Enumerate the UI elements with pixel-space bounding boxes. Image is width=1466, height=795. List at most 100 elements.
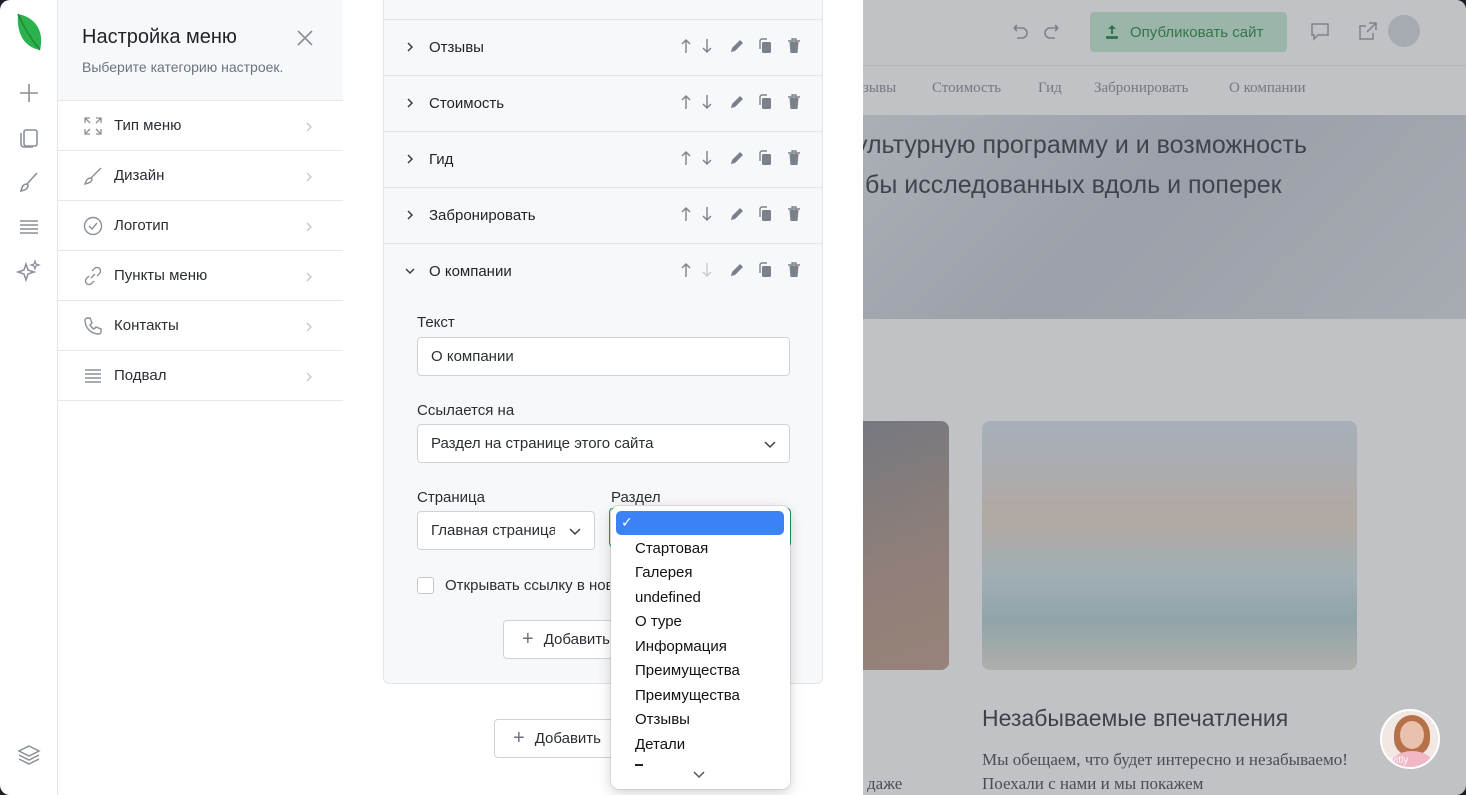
- pencil-icon[interactable]: [728, 205, 744, 223]
- chevron-right-icon: [303, 370, 315, 382]
- settings-item-menu-items[interactable]: Пункты меню: [58, 251, 343, 301]
- chevron-down-icon: [763, 438, 777, 450]
- copy-icon[interactable]: [757, 205, 773, 223]
- text-input[interactable]: О компании: [417, 337, 790, 376]
- pages-icon[interactable]: [16, 124, 42, 150]
- text-field-label: Текст: [417, 314, 455, 331]
- settings-item-menu-type[interactable]: Тип меню: [58, 101, 343, 151]
- copy-icon[interactable]: [757, 261, 773, 279]
- pencil-icon[interactable]: [728, 93, 744, 111]
- settings-item-contacts[interactable]: Контакты: [58, 301, 343, 351]
- chevron-right-icon: [303, 220, 315, 232]
- settings-item-logo[interactable]: Логотип: [58, 201, 343, 251]
- menu-item-actions: [678, 37, 802, 55]
- copy-icon[interactable]: [757, 37, 773, 55]
- trash-icon[interactable]: [786, 261, 802, 279]
- section-dropdown-list: ✓ Стартовая Галерея undefined О туре Инф…: [611, 506, 790, 789]
- add-subitem-label: Добавить: [543, 631, 610, 648]
- dropdown-option[interactable]: Галерея: [635, 564, 693, 581]
- pencil-icon[interactable]: [728, 261, 744, 279]
- page-select[interactable]: Главная страница: [417, 511, 595, 550]
- new-tab-checkbox[interactable]: [417, 577, 434, 594]
- trash-icon[interactable]: [786, 93, 802, 111]
- sections-icon[interactable]: [16, 214, 42, 240]
- add-subitem-button[interactable]: + Добавить: [503, 620, 613, 659]
- arrow-up-icon[interactable]: [678, 261, 694, 279]
- chevron-down-icon[interactable]: [404, 264, 416, 278]
- pencil-icon[interactable]: [728, 149, 744, 167]
- settings-item-footer[interactable]: Подвал: [58, 351, 343, 401]
- close-icon[interactable]: [295, 28, 315, 48]
- settings-item-label: Подвал: [114, 367, 167, 384]
- dropdown-option[interactable]: undefined: [635, 589, 701, 606]
- settings-item-label: Дизайн: [114, 167, 165, 184]
- arrow-up-icon[interactable]: [678, 37, 694, 55]
- chevron-right-icon: [303, 320, 315, 332]
- pencil-icon[interactable]: [728, 37, 744, 55]
- dropdown-option[interactable]: Информация: [635, 638, 727, 655]
- chevron-right-icon[interactable]: [404, 208, 416, 222]
- dropdown-option[interactable]: Стартовая: [635, 540, 708, 557]
- menu-item-row[interactable]: Забронировать: [384, 188, 822, 244]
- copy-icon[interactable]: [757, 149, 773, 167]
- arrow-up-icon[interactable]: [678, 93, 694, 111]
- scroll-down-chevron-icon[interactable]: [691, 768, 707, 780]
- copy-icon[interactable]: [757, 93, 773, 111]
- arrow-down-icon: [699, 261, 715, 279]
- links-to-select[interactable]: Раздел на странице этого сайта: [417, 424, 790, 463]
- trash-icon[interactable]: [786, 37, 802, 55]
- menu-item-actions: [678, 205, 802, 223]
- checkmark-icon: ✓: [621, 514, 633, 530]
- trash-icon[interactable]: [786, 149, 802, 167]
- chevron-right-icon: [303, 120, 315, 132]
- chevron-right-icon: [303, 270, 315, 282]
- links-to-label: Ссылается на: [417, 402, 515, 419]
- menu-item-label: Стоимость: [429, 95, 505, 112]
- links-to-value: Раздел на странице этого сайта: [431, 435, 654, 452]
- arrow-down-icon[interactable]: [699, 149, 715, 167]
- chat-badge: kvitly: [1386, 755, 1409, 766]
- dropdown-option[interactable]: Преимущества: [635, 687, 740, 704]
- layers-icon[interactable]: [16, 742, 42, 768]
- add-menu-item-button[interactable]: + Добавить: [494, 719, 614, 758]
- footer-icon: [82, 365, 104, 387]
- dropdown-option[interactable]: Преимущества: [635, 662, 740, 679]
- support-chat-avatar[interactable]: kvitly: [1380, 709, 1440, 769]
- chevron-right-icon[interactable]: [404, 152, 416, 166]
- chevron-right-icon[interactable]: [404, 40, 416, 54]
- new-tab-label: Открывать ссылку в новой вкладке: [445, 577, 610, 594]
- dropdown-option[interactable]: Детали: [635, 736, 685, 753]
- link-icon: [82, 265, 104, 287]
- chevron-down-icon: [568, 525, 582, 537]
- brush-icon: [82, 165, 104, 187]
- menu-item-row[interactable]: Отзывы: [384, 20, 822, 76]
- menu-item-row[interactable]: Стоимость: [384, 76, 822, 132]
- dropdown-option[interactable]: Отзывы: [635, 711, 690, 728]
- dropdown-option-selected[interactable]: ✓: [616, 511, 784, 535]
- phone-icon: [82, 315, 104, 337]
- menu-item-row-expanded[interactable]: О компании: [384, 244, 822, 300]
- add-menu-item-label: Добавить: [534, 730, 601, 747]
- dropdown-option-clipped: [635, 764, 643, 767]
- add-icon[interactable]: [16, 80, 42, 106]
- dropdown-option[interactable]: О туре: [635, 613, 682, 630]
- chevron-right-icon[interactable]: [404, 96, 416, 110]
- menu-item-label: Гид: [429, 151, 454, 168]
- menu-item-label: Отзывы: [429, 39, 484, 56]
- menu-item-actions: [678, 149, 802, 167]
- menu-item-row[interactable]: Гид: [384, 132, 822, 188]
- page-value: Главная страница: [431, 522, 555, 539]
- settings-item-design[interactable]: Дизайн: [58, 151, 343, 201]
- settings-item-label: Логотип: [114, 217, 169, 234]
- arrow-down-icon[interactable]: [699, 205, 715, 223]
- brand-leaf-logo[interactable]: [14, 12, 44, 54]
- arrow-down-icon[interactable]: [699, 37, 715, 55]
- brush-icon[interactable]: [16, 169, 42, 195]
- settings-item-label: Контакты: [114, 317, 179, 334]
- trash-icon[interactable]: [786, 205, 802, 223]
- arrow-up-icon[interactable]: [678, 149, 694, 167]
- arrow-down-icon[interactable]: [699, 93, 715, 111]
- menu-item-actions: [678, 93, 802, 111]
- ai-sparkle-icon[interactable]: [15, 258, 42, 284]
- arrow-up-icon[interactable]: [678, 205, 694, 223]
